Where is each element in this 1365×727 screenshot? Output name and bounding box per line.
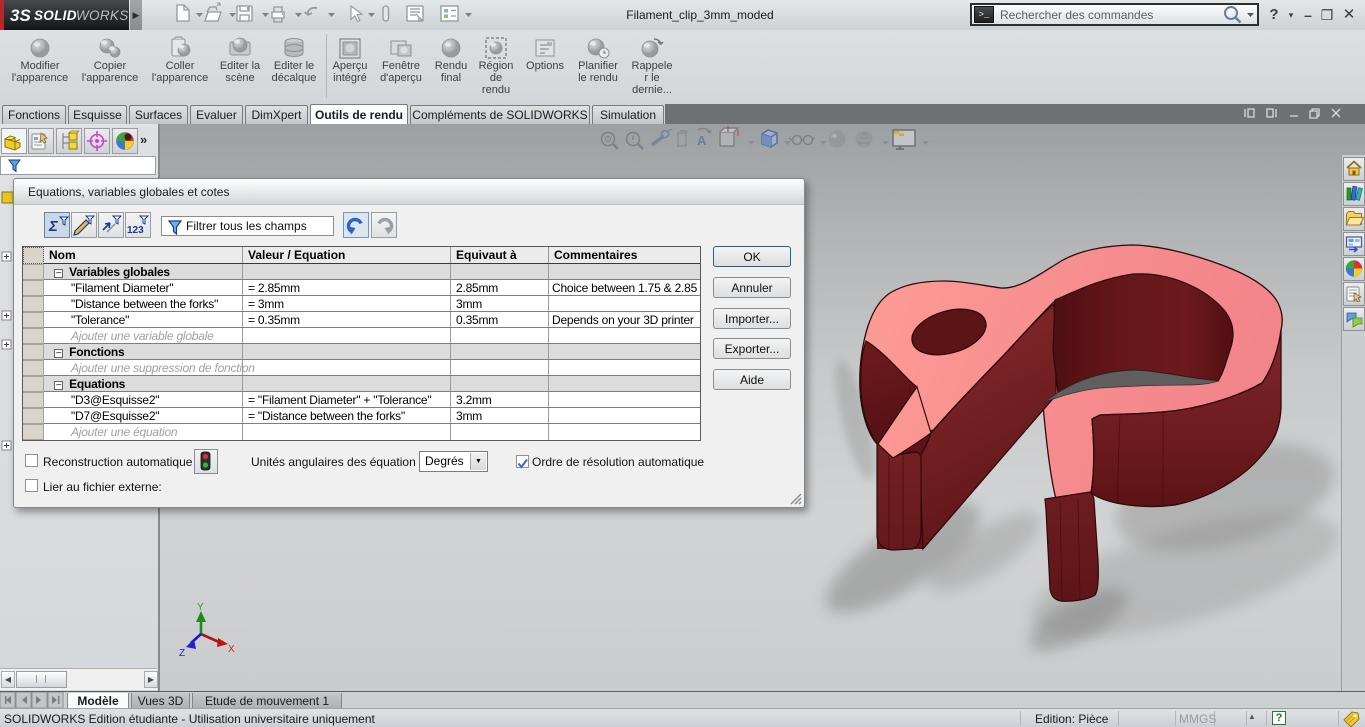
svg-text:Options: Options	[526, 60, 564, 72]
svg-text:Rendu: Rendu	[435, 60, 467, 72]
svg-text:Modifier: Modifier	[20, 60, 59, 72]
svg-text:Coller: Coller	[166, 60, 195, 72]
svg-text:Planifier: Planifier	[578, 60, 618, 72]
svg-text:Région: Région	[479, 60, 514, 72]
svg-text:WORKS: WORKS	[76, 8, 129, 23]
svg-text:le rendu: le rendu	[578, 72, 618, 84]
svg-text:de: de	[490, 72, 502, 84]
svg-text:Copier: Copier	[94, 60, 127, 72]
svg-text:123: 123	[127, 225, 144, 236]
svg-text:Editer le: Editer le	[274, 60, 314, 72]
svg-text:l'apparence: l'apparence	[82, 72, 139, 84]
svg-text:intégré: intégré	[333, 72, 367, 84]
svg-text:l'apparence: l'apparence	[152, 72, 209, 84]
svg-text:final: final	[441, 72, 461, 84]
svg-text:Z: Z	[179, 648, 185, 659]
svg-text:Rappele: Rappele	[632, 60, 673, 72]
svg-text:X: X	[228, 644, 235, 655]
svg-text:Aperçu: Aperçu	[333, 60, 368, 72]
svg-text:Fenêtre: Fenêtre	[382, 60, 420, 72]
svg-text:rendu: rendu	[482, 84, 510, 96]
svg-text:l'apparence: l'apparence	[12, 72, 69, 84]
svg-text:A: A	[697, 133, 707, 148]
svg-text:d'aperçu: d'aperçu	[380, 72, 422, 84]
svg-text:3S: 3S	[10, 6, 31, 25]
svg-text:décalque: décalque	[272, 72, 317, 84]
svg-text:SOLID: SOLID	[34, 8, 77, 23]
svg-text:Editer la: Editer la	[220, 60, 261, 72]
svg-text:Σ: Σ	[48, 218, 59, 235]
svg-text:Y: Y	[197, 602, 204, 613]
svg-text:scène: scène	[225, 72, 254, 84]
svg-text:dernie...: dernie...	[632, 84, 672, 96]
svg-text:r le: r le	[644, 72, 659, 84]
